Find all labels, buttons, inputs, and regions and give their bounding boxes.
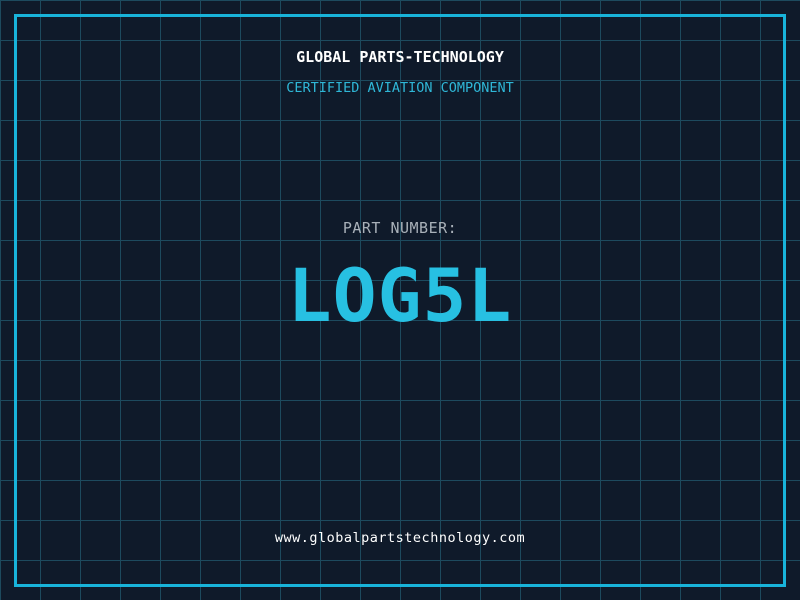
part-certificate-page: GLOBAL PARTS-TECHNOLOGY CERTIFIED AVIATI… bbox=[0, 0, 800, 600]
certification-subtitle: CERTIFIED AVIATION COMPONENT bbox=[286, 80, 514, 96]
brand-title: GLOBAL PARTS-TECHNOLOGY bbox=[296, 48, 504, 66]
website-url: www.globalpartstechnology.com bbox=[274, 530, 526, 546]
part-number-value: LOG5L bbox=[287, 254, 513, 339]
part-number-label: PART NUMBER: bbox=[342, 219, 458, 237]
